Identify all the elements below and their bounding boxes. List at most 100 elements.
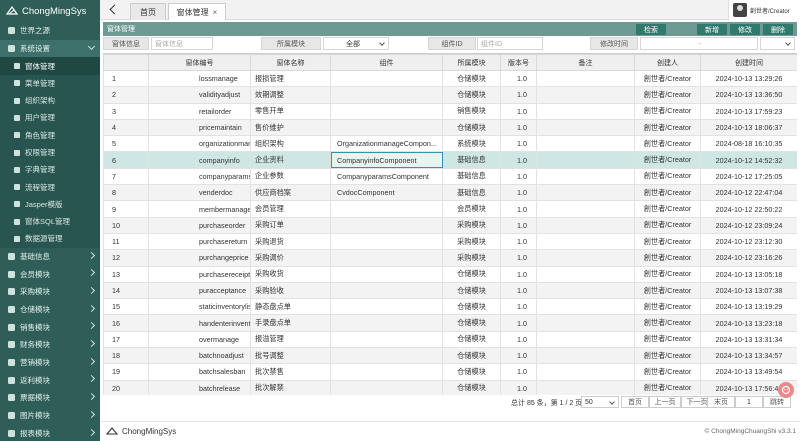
cell-time[interactable]: 2024-10-13 13:31:34 [700, 330, 797, 349]
cell-ver[interactable]: 1.0 [500, 281, 537, 300]
cell-ver[interactable]: 1.0 [500, 265, 537, 283]
cell-time[interactable]: 2024-10-12 22:47:04 [700, 184, 797, 202]
sidebar-item-top-1[interactable]: 系统设置 [0, 39, 100, 58]
cell-time[interactable]: 2024-10-13 13:07:38 [700, 281, 797, 300]
sidebar-subitem-0[interactable]: 窗体管理 [0, 57, 100, 75]
cell-code[interactable]: membermanage [148, 200, 251, 218]
cell-creator[interactable]: 創世者/Creator [634, 200, 701, 218]
date-dropdown[interactable] [760, 37, 795, 50]
cell-name[interactable]: 企业参数 [250, 167, 331, 186]
cell-mod[interactable]: 采购模块 [442, 216, 501, 234]
cell-idx[interactable]: 9 [103, 200, 149, 218]
cell-creator[interactable]: 創世者/Creator [634, 167, 701, 186]
cell-time[interactable]: 2024-10-12 23:09:24 [700, 216, 797, 234]
cell-time[interactable]: 2024-10-12 23:16:26 [700, 249, 797, 267]
sidebar-subitem-3[interactable]: 用户管理 [0, 109, 100, 127]
cell-creator[interactable]: 創世者/Creator [634, 232, 701, 251]
cell-time[interactable]: 2024-10-13 13:34:57 [700, 347, 797, 365]
cell-creator[interactable]: 創世者/Creator [634, 151, 701, 169]
cell-name[interactable]: 会员管理 [250, 200, 331, 218]
table-row[interactable]: 3 retailorder 零售开单 销售模块 1.0 創世者/Creator 2024-1… [103, 102, 797, 120]
cell-ver[interactable]: 1.0 [500, 102, 537, 120]
cell-note[interactable] [536, 118, 635, 137]
cell-mod[interactable]: 基础信息 [442, 151, 501, 169]
cell-idx[interactable]: 20 [103, 379, 149, 395]
column-header[interactable] [103, 54, 149, 71]
cell-time[interactable]: 2024-10-13 13:49:54 [700, 363, 797, 381]
cell-code[interactable]: organizationmanage [148, 135, 251, 153]
group-id-input[interactable]: 组件ID [477, 37, 543, 50]
cell-name[interactable]: 企业资料 [250, 151, 331, 169]
column-header[interactable]: 创建人 [634, 54, 701, 71]
tab-form-manage[interactable]: 窗体管理 × [168, 3, 226, 20]
sidebar-item-6[interactable]: 营销模块 [0, 354, 100, 372]
cell-creator[interactable]: 創世者/Creator [634, 330, 701, 349]
table-row[interactable]: 20 batchrelease 批次解禁 仓储模块 1.0 創世者/Creator 2024… [103, 379, 797, 395]
cell-idx[interactable]: 19 [103, 363, 149, 381]
module-select[interactable]: 全部 [323, 37, 389, 50]
cell-mod[interactable]: 基础信息 [442, 167, 501, 186]
cell-idx[interactable]: 6 [103, 151, 149, 169]
cell-comp[interactable] [330, 363, 443, 381]
cell-idx[interactable]: 1 [103, 69, 149, 88]
table-row[interactable]: 2 validityadjust 效期调整 仓储模块 1.0 創世者/Creator 202… [103, 86, 797, 104]
cell-comp[interactable] [330, 330, 443, 349]
cell-mod[interactable]: 仓储模块 [442, 298, 501, 316]
cell-mod[interactable]: 仓储模块 [442, 265, 501, 283]
cell-code[interactable]: companyparams [148, 167, 251, 186]
cell-comp[interactable] [330, 347, 443, 365]
cell-name[interactable]: 采购调价 [250, 249, 331, 267]
cell-comp[interactable]: CompanyinfoComponent [330, 151, 443, 169]
cell-ver[interactable]: 1.0 [500, 347, 537, 365]
cell-code[interactable]: handenterinventoryli... [148, 314, 251, 332]
cell-name[interactable]: 采购退货 [250, 232, 331, 251]
cell-note[interactable] [536, 379, 635, 395]
column-header[interactable]: 窗体编号 [148, 54, 251, 71]
cell-name[interactable]: 组织架构 [250, 135, 331, 153]
cell-name[interactable]: 批次禁售 [250, 363, 331, 381]
cell-note[interactable] [536, 184, 635, 202]
cell-creator[interactable]: 創世者/Creator [634, 118, 701, 137]
sidebar-item-2[interactable]: 采购模块 [0, 283, 100, 301]
cell-note[interactable] [536, 135, 635, 153]
cell-name[interactable]: 静态盘点单 [250, 298, 331, 316]
cell-ver[interactable]: 1.0 [500, 167, 537, 186]
cell-note[interactable] [536, 265, 635, 283]
sidebar-subitem-1[interactable]: 菜单管理 [0, 74, 100, 92]
cell-code[interactable]: purchasereceipt [148, 265, 251, 283]
cell-note[interactable] [536, 216, 635, 234]
cell-comp[interactable]: OrganizationmanageCompon... [330, 135, 443, 153]
cell-ver[interactable]: 1.0 [500, 200, 537, 218]
cell-mod[interactable]: 仓储模块 [442, 86, 501, 104]
add-button[interactable]: 新增 [697, 24, 727, 35]
cell-time[interactable]: 2024-10-13 13:29:26 [700, 69, 797, 88]
cell-mod[interactable]: 系统模块 [442, 135, 501, 153]
cell-comp[interactable] [330, 216, 443, 234]
search-button[interactable]: 检索 [636, 24, 666, 35]
cell-comp[interactable] [330, 314, 443, 332]
column-header[interactable]: 组件 [330, 54, 443, 71]
cell-note[interactable] [536, 363, 635, 381]
cell-comp[interactable] [330, 265, 443, 283]
sidebar-subitem-9[interactable]: 窗体SQL管理 [0, 213, 100, 231]
column-header[interactable]: 版本号 [500, 54, 537, 71]
sidebar-subitem-6[interactable]: 字典管理 [0, 161, 100, 179]
first-page-button[interactable]: 首页 [621, 396, 649, 408]
cell-creator[interactable]: 創世者/Creator [634, 379, 701, 395]
cell-creator[interactable]: 創世者/Creator [634, 102, 701, 120]
sidebar-subitem-2[interactable]: 组织架构 [0, 91, 100, 110]
cell-name[interactable]: 售价维护 [250, 118, 331, 137]
table-row[interactable]: 7 companyparams 企业参数 CompanyparamsComponent… [103, 167, 797, 186]
cell-idx[interactable]: 8 [103, 184, 149, 202]
cell-ver[interactable]: 1.0 [500, 249, 537, 267]
cell-ver[interactable]: 1.0 [500, 151, 537, 169]
cell-note[interactable] [536, 86, 635, 104]
date-range-input[interactable]: → [640, 37, 758, 50]
sidebar-subitem-7[interactable]: 流程管理 [0, 178, 100, 196]
table-row[interactable]: 14 puracceptance 采购验收 仓储模块 1.0 創世者/Creator 202… [103, 281, 797, 300]
cell-comp[interactable] [330, 232, 443, 251]
cell-name[interactable]: 采购验收 [250, 281, 331, 300]
column-header[interactable]: 窗体名称 [250, 54, 331, 71]
cell-mod[interactable]: 仓储模块 [442, 118, 501, 137]
cell-ver[interactable]: 1.0 [500, 184, 537, 202]
